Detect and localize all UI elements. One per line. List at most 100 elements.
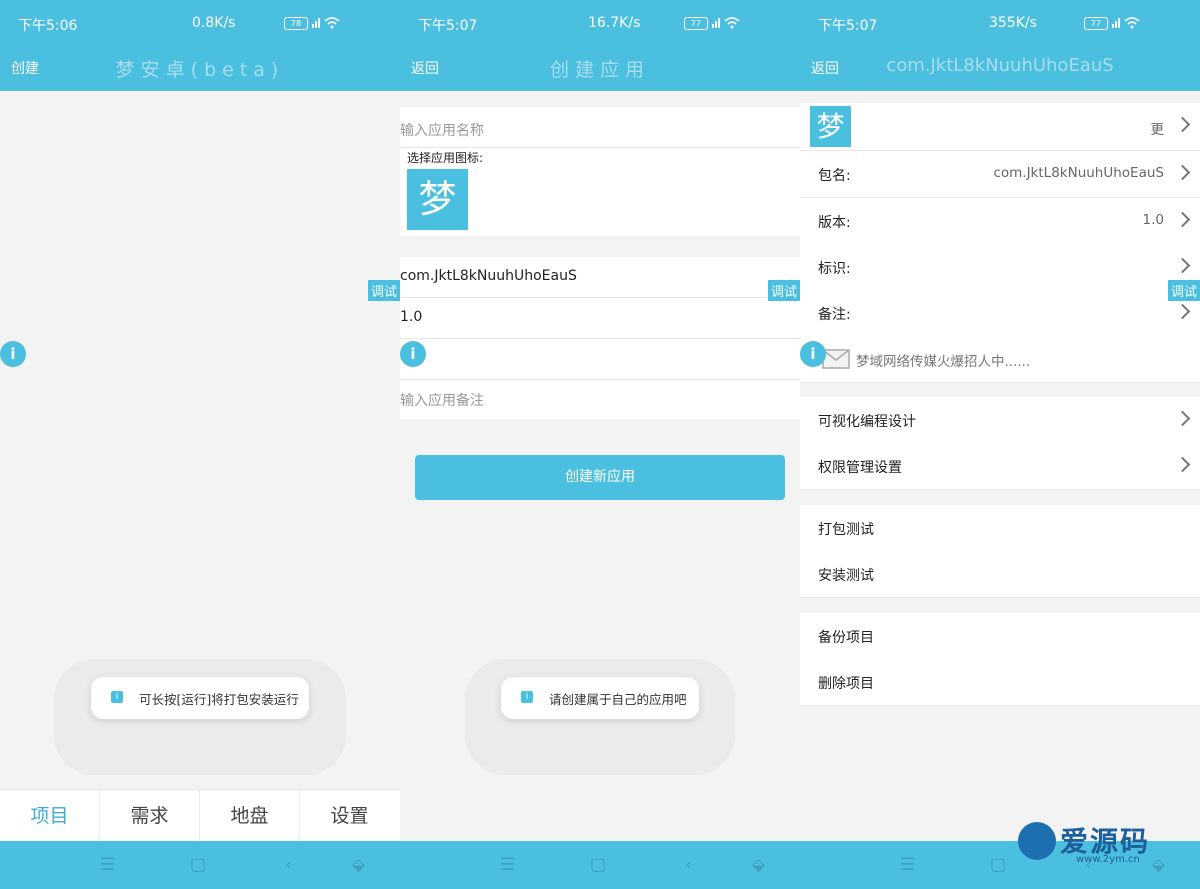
menu-icon[interactable]: ☰ <box>900 855 915 875</box>
toast: i 可长按[运行]将打包安装运行 <box>91 677 309 719</box>
announcement-text: 梦域网络传媒火爆招人中...... <box>856 354 1031 370</box>
watermark-logo: 爱源码 www.2ym.cn <box>1016 822 1196 866</box>
name-icon-card: 输入应用名称 选择应用图标: 梦 <box>400 107 800 236</box>
menu-icon[interactable]: ☰ <box>500 855 515 875</box>
network-speed: 16.7K/s <box>588 15 641 31</box>
home-icon[interactable]: ▢ <box>590 855 606 875</box>
permissions-row[interactable]: 权限管理设置 <box>800 443 1200 490</box>
app-icon-picker[interactable]: 梦 <box>407 169 468 230</box>
change-icon-label: 更 <box>1150 122 1165 138</box>
identifier-row[interactable]: 标识: <box>800 244 1200 291</box>
status-bar: 下午5:07 16.7K/s 77 <box>400 0 800 45</box>
screen-project-list: 下午5:06 0.8K/s 78 创建 梦安卓(beta) 调试 i i 可长按… <box>0 0 400 889</box>
battery-icon: 77 <box>684 17 708 30</box>
debug-button[interactable]: 调试 <box>767 280 800 301</box>
mail-icon <box>822 349 850 369</box>
assist-icon[interactable]: ⬙ <box>752 855 765 875</box>
tab-projects[interactable]: 项目 <box>0 790 100 842</box>
divider <box>400 338 800 339</box>
row-value: com.JktL8kNuuhUhoEauS <box>993 165 1164 181</box>
network-speed: 355K/s <box>989 15 1037 31</box>
package-input[interactable]: com.JktL8kNuuhUhoEauS <box>400 268 577 284</box>
chevron-right-icon <box>1174 257 1191 274</box>
install-test-row[interactable]: 安装测试 <box>800 551 1200 598</box>
version-input[interactable]: 1.0 <box>400 309 422 325</box>
network-speed: 0.8K/s <box>192 15 236 31</box>
chevron-right-icon <box>1174 116 1191 133</box>
chevron-right-icon <box>1174 211 1191 228</box>
toast-info-icon: i <box>521 691 533 703</box>
row-label: 删除项目 <box>818 676 874 692</box>
home-icon[interactable]: ▢ <box>990 855 1006 875</box>
version-row[interactable]: 版本: 1.0 <box>800 198 1200 245</box>
create-app-button[interactable]: 创建新应用 <box>415 455 785 500</box>
visual-design-row[interactable]: 可视化编程设计 <box>800 397 1200 444</box>
row-label: 版本: <box>818 215 851 231</box>
status-bar: 下午5:07 355K/s 77 <box>800 0 1200 45</box>
toast: i 请创建属于自己的应用吧 <box>501 677 699 719</box>
menu-icon[interactable]: ☰ <box>100 855 115 875</box>
app-icon: 梦 <box>810 106 851 147</box>
toast-text: 可长按[运行]将打包安装运行 <box>139 692 299 707</box>
details-card: com.JktL8kNuuhUhoEauS 1.0 输入应用备注 <box>400 257 800 419</box>
tab-territory[interactable]: 地盘 <box>200 790 300 842</box>
debug-button[interactable]: 调试 <box>1167 280 1200 301</box>
app-title: 梦安卓(beta) <box>115 59 285 81</box>
row-label: 可视化编程设计 <box>818 414 916 430</box>
row-label: 安装测试 <box>818 568 874 584</box>
chevron-right-icon <box>1174 303 1191 320</box>
project-detail-list: 梦 更 包名: com.JktL8kNuuhUhoEauS 版本: 1.0 标识… <box>800 91 1200 841</box>
watermark-icon <box>1018 822 1056 860</box>
tab-settings[interactable]: 设置 <box>300 790 399 842</box>
app-bar: 创建 梦安卓(beta) <box>0 45 400 91</box>
toast-text: 请创建属于自己的应用吧 <box>549 692 687 707</box>
back-icon[interactable]: ‹ <box>685 855 692 875</box>
announcement-row[interactable]: 梦域网络传媒火爆招人中...... <box>800 336 1200 383</box>
bottom-tabs: 项目 需求 地盘 设置 <box>0 789 400 842</box>
app-note-input[interactable]: 输入应用备注 <box>400 390 484 410</box>
toast-info-icon: i <box>111 691 123 703</box>
package-row[interactable]: 包名: com.JktL8kNuuhUhoEauS <box>800 151 1200 198</box>
battery-icon: 78 <box>284 17 308 30</box>
row-label: 备注: <box>818 307 851 323</box>
icon-row[interactable]: 梦 更 <box>800 103 1200 151</box>
row-label: 打包测试 <box>818 522 874 538</box>
screen-create-app: 下午5:07 16.7K/s 77 返回 创建应用 输入应用名称 选择应用图标:… <box>400 0 800 889</box>
screen-project-detail: 下午5:07 355K/s 77 返回 com.JktL8kNuuhUhoEau… <box>800 0 1200 889</box>
status-bar: 下午5:06 0.8K/s 78 <box>0 0 400 45</box>
row-label: 权限管理设置 <box>818 460 902 476</box>
build-test-row[interactable]: 打包测试 <box>800 505 1200 552</box>
system-nav-bar: ☰ ▢ ‹ ⬙ <box>400 841 800 889</box>
chevron-right-icon <box>1174 410 1191 427</box>
home-icon[interactable]: ▢ <box>190 855 206 875</box>
divider <box>400 147 800 148</box>
delete-project-row[interactable]: 删除项目 <box>800 659 1200 706</box>
battery-icon: 77 <box>1084 17 1108 30</box>
info-icon[interactable]: i <box>0 341 26 367</box>
divider <box>400 379 800 380</box>
row-value: 1.0 <box>1142 212 1164 228</box>
row-label: 包名: <box>818 168 851 184</box>
assist-icon[interactable]: ⬙ <box>352 855 365 875</box>
app-name-input[interactable]: 输入应用名称 <box>400 120 484 140</box>
app-bar: 返回 创建应用 <box>400 45 800 91</box>
divider <box>400 297 800 298</box>
back-icon[interactable]: ‹ <box>285 855 292 875</box>
note-row[interactable]: 备注: <box>800 290 1200 337</box>
info-icon[interactable]: i <box>400 341 426 367</box>
project-list-area: 调试 i i 可长按[运行]将打包安装运行 <box>0 91 400 841</box>
debug-button[interactable]: 调试 <box>367 280 400 301</box>
icon-label: 选择应用图标: <box>407 151 484 165</box>
row-label: 标识: <box>818 261 851 277</box>
chevron-right-icon <box>1174 456 1191 473</box>
status-time: 下午5:07 <box>818 18 878 34</box>
tab-requirements[interactable]: 需求 <box>100 790 200 842</box>
signal-wifi-icon <box>1112 17 1140 29</box>
status-time: 下午5:07 <box>418 18 478 34</box>
row-label: 备份项目 <box>818 630 874 646</box>
info-icon[interactable]: i <box>800 341 826 367</box>
signal-wifi-icon <box>312 17 340 29</box>
backup-project-row[interactable]: 备份项目 <box>800 613 1200 660</box>
watermark-url: www.2ym.cn <box>1076 854 1140 865</box>
app-bar: 返回 com.JktL8kNuuhUhoEauS <box>800 45 1200 91</box>
